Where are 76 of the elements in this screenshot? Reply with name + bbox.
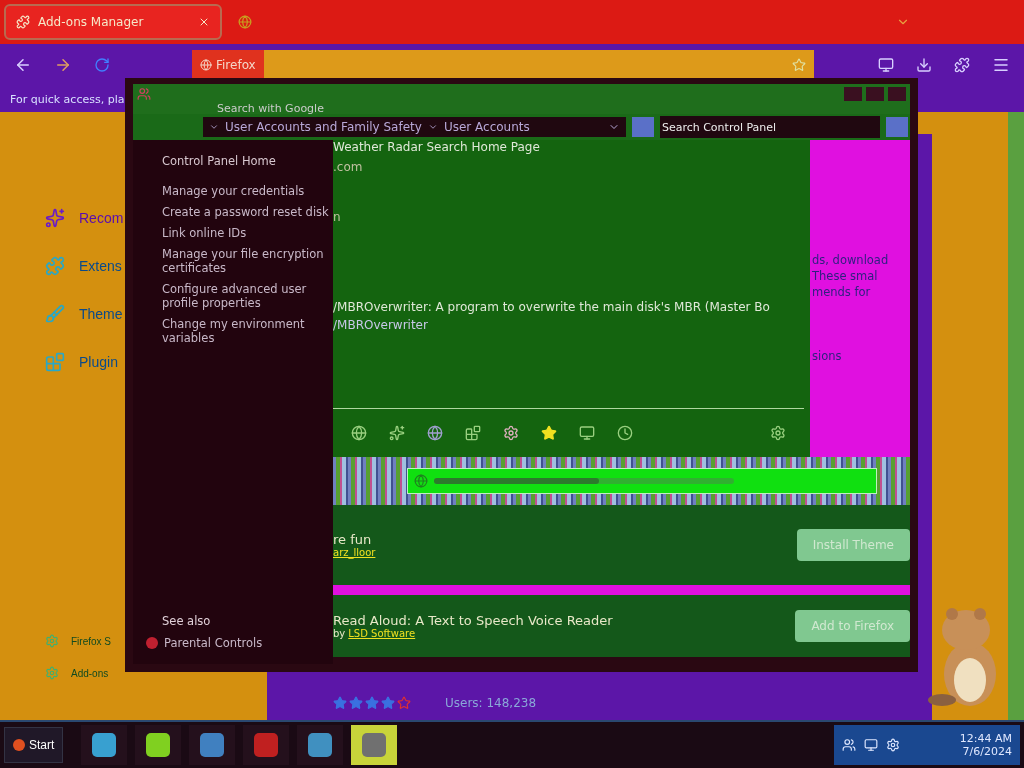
repo-title: /MBROverwriter: A program to overwrite the main disk's MBR (Master Bo <box>333 300 771 314</box>
sparkle-icon[interactable] <box>389 425 405 441</box>
app-icon <box>362 733 387 757</box>
text-fragment: mends for <box>812 284 872 300</box>
monitor-icon[interactable] <box>864 738 878 752</box>
app-icon <box>92 733 117 757</box>
home-link[interactable]: Control Panel Home <box>162 154 333 168</box>
task-link[interactable]: Manage your credentials <box>162 184 333 198</box>
breadcrumb-item[interactable]: User Accounts <box>443 120 530 134</box>
globe-icon <box>238 15 252 29</box>
close-icon[interactable] <box>198 16 210 28</box>
extensions-icon[interactable] <box>954 57 970 73</box>
user-count: Users: 148,238 <box>445 696 537 710</box>
caret-icon[interactable] <box>427 122 438 132</box>
repo-path: /MBROverwriter <box>333 318 429 332</box>
section-heading: See also <box>162 614 212 628</box>
text-fragment: sions <box>812 348 843 364</box>
window-icon[interactable] <box>579 425 595 441</box>
breadcrumb-item[interactable]: User Accounts and Family Safety <box>225 120 422 134</box>
gear-icon[interactable] <box>503 425 519 441</box>
settings-icon[interactable] <box>770 425 786 441</box>
caret-icon[interactable] <box>209 122 219 132</box>
sidebar-link[interactable]: Firefox S <box>71 635 111 647</box>
author-link[interactable]: LSD Software <box>348 628 416 639</box>
star-icon[interactable] <box>541 425 557 441</box>
theme-title: re fun <box>333 532 373 547</box>
back-icon[interactable] <box>14 56 32 74</box>
taskbar-app[interactable] <box>351 725 398 765</box>
users-icon <box>137 87 151 101</box>
byline: by <box>333 628 346 639</box>
task-link[interactable]: Configure advanced user profile properties <box>162 282 333 310</box>
see-also-link[interactable]: Parental Controls <box>146 636 333 650</box>
sidebar-link[interactable]: Add-ons <box>71 667 109 679</box>
search-suggestion: Search with Google <box>217 104 324 114</box>
orb-icon <box>13 739 25 751</box>
taskbar-app[interactable] <box>135 725 182 765</box>
task-link[interactable]: Change my environment variables <box>162 317 333 345</box>
text-fragment: These smal <box>812 268 879 284</box>
app-icon <box>308 733 333 757</box>
text-fragment: n <box>333 210 342 224</box>
text-fragment: .com <box>333 160 364 174</box>
suggestion-line: Weather Radar Search Home Page <box>333 140 541 154</box>
task-link[interactable]: Link online IDs <box>162 226 333 240</box>
forward-icon[interactable] <box>54 56 72 74</box>
search-field[interactable]: Search Control Panel <box>659 116 881 138</box>
author-link[interactable]: arz_lloor <box>333 547 376 558</box>
taskbar-app[interactable] <box>297 725 344 765</box>
browser-tab[interactable]: Add-ons Manager <box>4 4 222 40</box>
app-icon <box>200 733 225 757</box>
download-icon[interactable] <box>916 57 932 73</box>
sidebar-item[interactable]: Recom <box>79 210 124 226</box>
blocks-icon[interactable] <box>465 425 481 441</box>
app-icon <box>146 733 171 757</box>
task-link[interactable]: Manage your file encryption certificates <box>162 247 333 275</box>
reload-icon[interactable] <box>94 57 110 73</box>
start-button[interactable]: Start <box>4 727 64 763</box>
clock-date: 7/6/2024 <box>962 745 1012 758</box>
globe-icon <box>413 474 428 488</box>
identity-label: Firefox <box>192 50 264 80</box>
bookmark-star-icon[interactable] <box>792 58 806 72</box>
text-fragment: ds, download <box>812 252 890 268</box>
sparkle-icon[interactable] <box>45 208 65 228</box>
app-icon <box>254 733 279 757</box>
bookmarks-hint: For quick access, pla <box>10 92 125 106</box>
addon-title: Read Aloud: A Text to Speech Voice Reader <box>333 613 614 628</box>
clock-time: 12:44 AM <box>959 732 1012 745</box>
breadcrumb-bar[interactable]: User Accounts and Family Safety User Accounts <box>203 117 627 137</box>
taskbar-app[interactable] <box>81 725 128 765</box>
globe-icon[interactable] <box>351 425 367 441</box>
clock-icon[interactable] <box>617 425 633 441</box>
globe-icon[interactable] <box>427 425 443 441</box>
globe-icon <box>200 59 212 71</box>
task-link[interactable]: Create a password reset disk <box>162 205 333 219</box>
menu-icon[interactable] <box>992 56 1010 74</box>
users-icon[interactable] <box>842 738 856 752</box>
puzzle-icon <box>16 15 30 29</box>
